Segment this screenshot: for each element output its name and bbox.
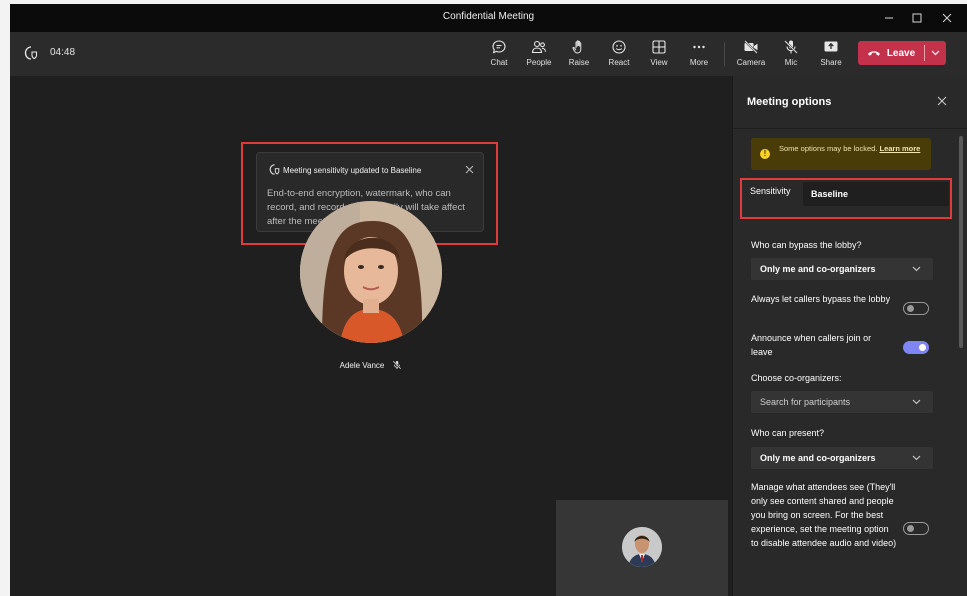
shield-icon — [24, 46, 38, 60]
present-value: Only me and co-organizers — [760, 453, 876, 463]
sensitivity-field[interactable]: Baseline — [803, 182, 949, 206]
callers-bypass-toggle[interactable] — [903, 302, 929, 315]
camera-button[interactable]: Camera — [732, 37, 770, 73]
panel-scrollbar[interactable] — [959, 136, 963, 348]
chevron-down-icon — [912, 455, 921, 461]
lobby-dropdown[interactable]: Only me and co-organizers — [751, 258, 933, 280]
chat-label: Chat — [490, 58, 508, 67]
title-bar: Confidential Meeting — [10, 4, 967, 32]
notification-title: Meeting sensitivity updated to Baseline — [283, 166, 422, 175]
ellipsis-icon — [693, 45, 705, 49]
share-icon — [824, 41, 838, 52]
hand-icon — [572, 40, 582, 54]
smiley-icon — [612, 40, 626, 54]
sensitivity-label: Sensitivity — [750, 186, 791, 196]
present-question: Who can present? — [751, 428, 825, 438]
share-button[interactable]: Share — [812, 37, 850, 73]
warning-icon: ! — [760, 149, 770, 159]
leave-button-group: Leave — [858, 41, 946, 65]
maximize-icon — [912, 13, 922, 23]
chat-icon — [492, 40, 506, 54]
meeting-options-panel: Meeting options ! Some options may be lo… — [732, 76, 967, 596]
hang-up-icon — [867, 51, 880, 56]
view-button[interactable]: View — [640, 37, 678, 73]
maximize-button[interactable] — [900, 4, 934, 32]
lobby-question: Who can bypass the lobby? — [751, 240, 862, 250]
view-label: View — [650, 58, 668, 67]
people-icon — [531, 40, 547, 54]
warning-text: Some options may be locked. Learn more — [779, 143, 925, 154]
meeting-toolbar: 04:48 Chat People Raise React View More — [10, 32, 967, 76]
learn-more-link[interactable]: Learn more — [879, 144, 920, 153]
mic-off-icon — [393, 360, 402, 370]
locked-options-warning: ! Some options may be locked. Learn more — [751, 138, 931, 170]
participant-photo — [300, 201, 442, 343]
grid-icon — [652, 40, 666, 54]
toggle-knob — [907, 525, 914, 532]
self-photo — [622, 527, 662, 567]
coorganizers-dropdown[interactable]: Search for participants — [751, 391, 933, 413]
more-label: More — [689, 58, 709, 67]
panel-close-button[interactable] — [935, 94, 949, 108]
panel-divider — [733, 128, 967, 129]
attendees-see-toggle[interactable] — [903, 522, 929, 535]
notification-close-button[interactable] — [461, 161, 477, 177]
shield-icon — [269, 164, 280, 175]
toolbar-divider — [724, 42, 725, 66]
meeting-timer: 04:48 — [50, 47, 76, 58]
attendees-see-label: Manage what attendees see (They'll only … — [751, 482, 897, 548]
lobby-value: Only me and co-organizers — [760, 264, 876, 274]
coorganizers-placeholder: Search for participants — [760, 397, 851, 407]
camera-label: Camera — [736, 58, 766, 67]
people-button[interactable]: People — [520, 37, 558, 73]
self-avatar — [622, 527, 662, 567]
announce-toggle[interactable] — [903, 341, 929, 354]
callers-bypass-label: Always let callers bypass the lobby — [751, 294, 891, 304]
mic-label: Mic — [784, 58, 798, 67]
share-label: Share — [820, 58, 842, 67]
mic-button[interactable]: Mic — [772, 37, 810, 73]
react-label: React — [608, 58, 630, 67]
participant-name-row: Adele Vance — [10, 360, 732, 370]
participant-avatar — [300, 201, 442, 343]
leave-options-button[interactable] — [925, 41, 946, 65]
self-view-tile[interactable] — [556, 500, 728, 596]
camera-off-icon — [744, 40, 758, 54]
chevron-down-icon — [912, 399, 921, 405]
toggle-knob — [907, 305, 914, 312]
toggle-knob — [919, 344, 926, 351]
people-label: People — [526, 58, 552, 67]
chevron-down-icon — [931, 50, 940, 56]
present-dropdown[interactable]: Only me and co-organizers — [751, 447, 933, 469]
participant-name: Adele Vance — [339, 360, 385, 370]
chat-button[interactable]: Chat — [480, 37, 518, 73]
coorganizers-label: Choose co-organizers: — [751, 373, 842, 383]
teams-meeting-window: Confidential Meeting 04:48 Chat People R… — [10, 4, 967, 596]
announce-label: Announce when callers join or leave — [751, 333, 872, 357]
leave-label: Leave — [886, 47, 916, 59]
meeting-stage: Meeting sensitivity updated to Baseline … — [10, 76, 732, 596]
react-button[interactable]: React — [600, 37, 638, 73]
close-icon — [942, 13, 952, 23]
close-icon — [937, 96, 947, 106]
close-icon — [465, 165, 473, 173]
more-button[interactable]: More — [680, 37, 718, 73]
window-title: Confidential Meeting — [442, 11, 535, 22]
mic-off-icon — [784, 40, 798, 54]
warning-message: Some options may be locked. — [779, 144, 878, 153]
chevron-down-icon — [912, 266, 921, 272]
raise-label: Raise — [568, 58, 590, 67]
leave-button[interactable]: Leave — [858, 41, 924, 65]
minimize-icon — [885, 17, 893, 19]
raise-hand-button[interactable]: Raise — [560, 37, 598, 73]
close-window-button[interactable] — [930, 4, 964, 32]
panel-title: Meeting options — [747, 96, 832, 108]
